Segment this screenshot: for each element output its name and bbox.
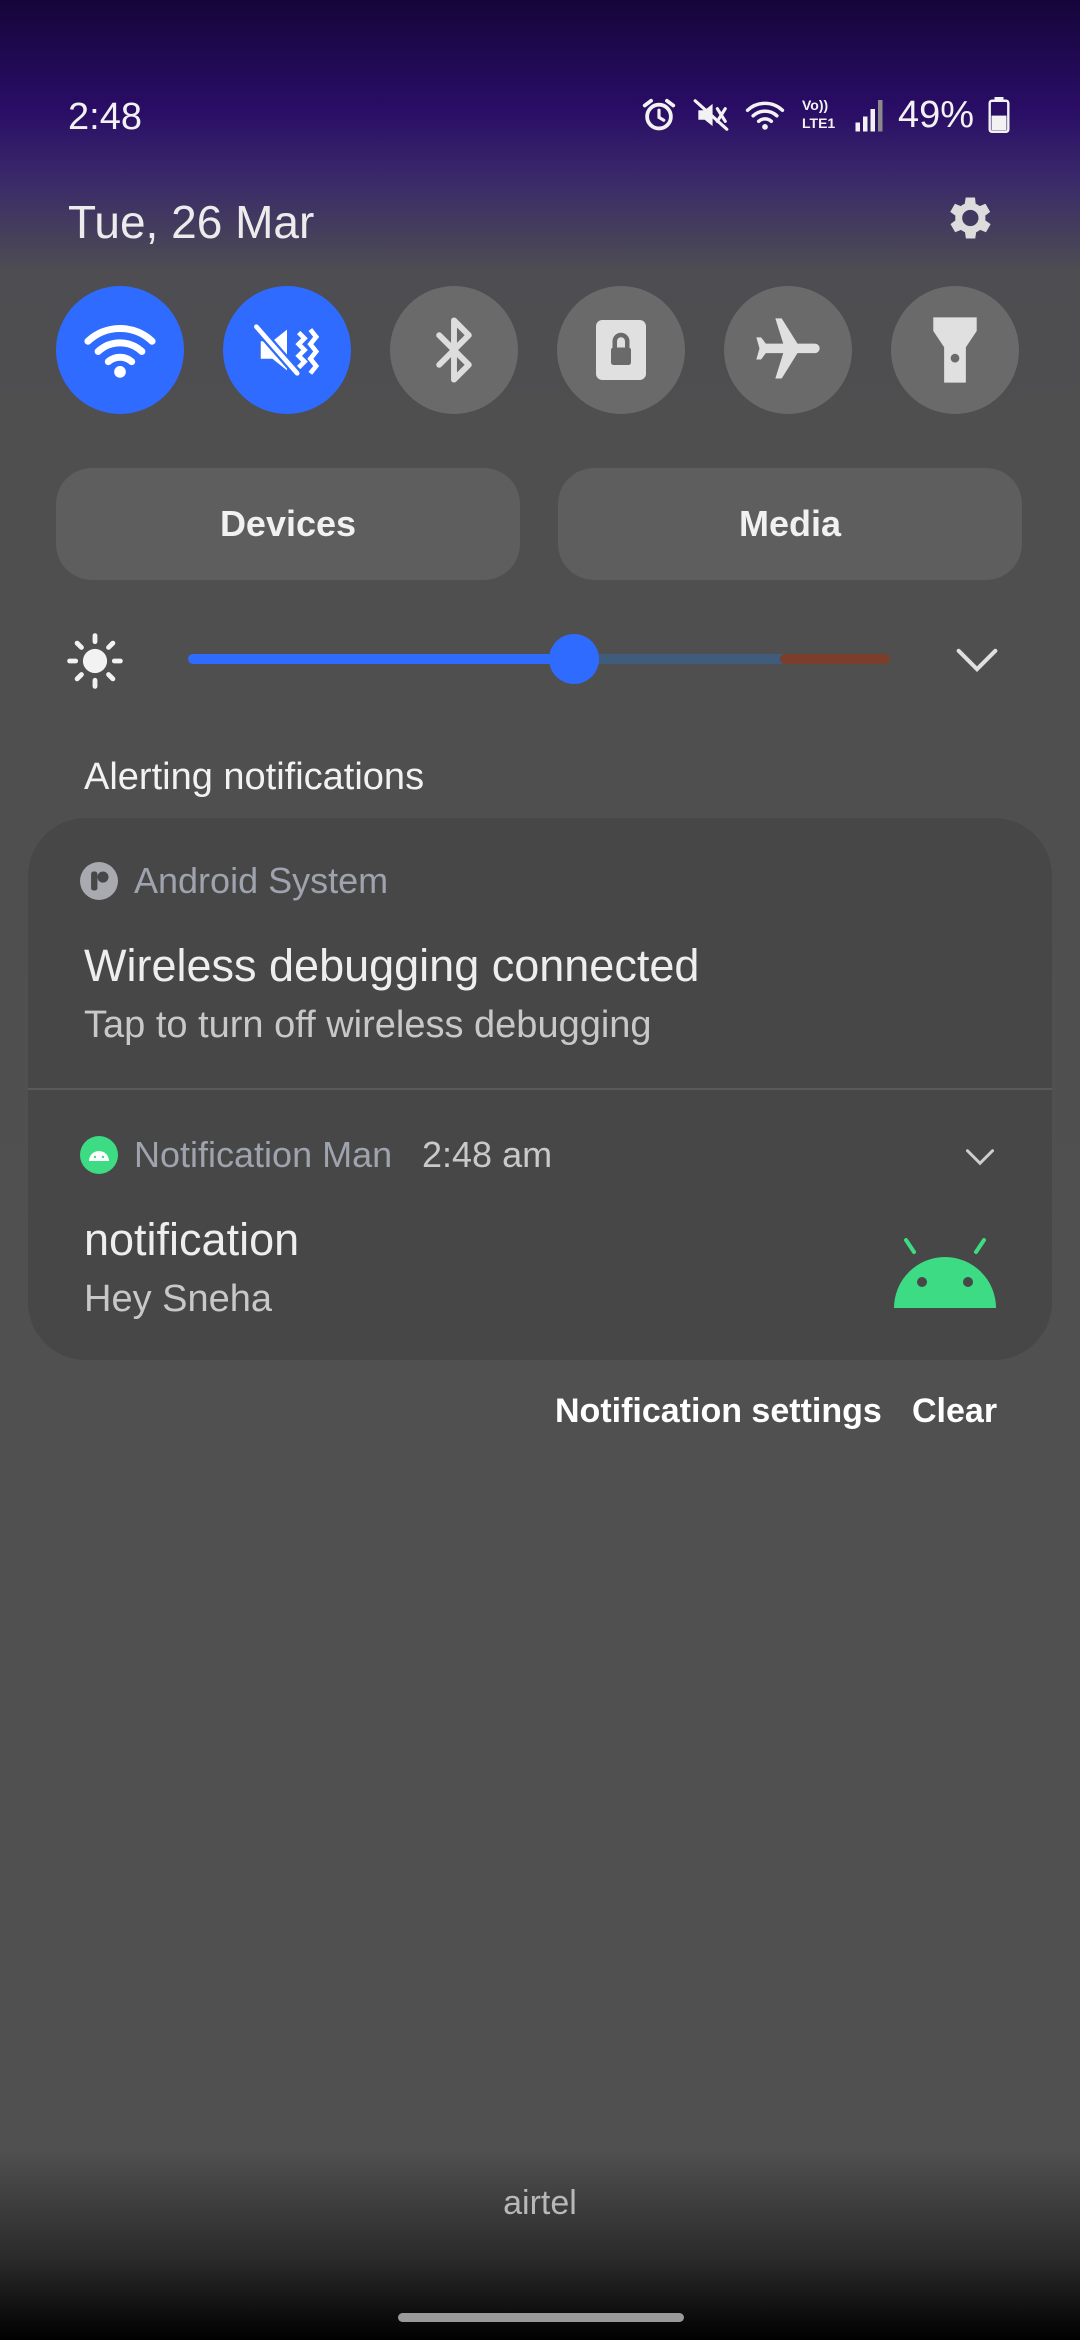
notification-app-name: Notification Man <box>134 1134 393 1175</box>
date: Tue, 26 Mar <box>68 196 315 248</box>
rotation-lock-toggle[interactable] <box>557 286 685 414</box>
status-time: 2:48 <box>68 96 142 138</box>
notification-title[interactable]: notification <box>84 1214 299 1266</box>
airplane-icon <box>756 318 820 379</box>
notification-body[interactable]: Tap to turn off wireless debugging <box>84 1004 652 1047</box>
gear-icon[interactable] <box>940 190 996 246</box>
mute-icon <box>693 99 729 131</box>
status-icons: Vo)) LTE1 49% <box>640 92 1010 138</box>
bluetooth-icon <box>436 317 472 383</box>
notification-app-name: Android System <box>134 860 389 901</box>
chevron-down-icon[interactable] <box>965 1148 995 1166</box>
devices-button[interactable]: Devices <box>56 468 520 580</box>
battery-percent: 49% <box>897 93 974 136</box>
flashlight-toggle[interactable] <box>891 286 1019 414</box>
brightness-thumb[interactable] <box>549 634 600 684</box>
svg-text:LTE1: LTE1 <box>802 115 835 131</box>
svg-text:Vo)): Vo)) <box>802 97 828 113</box>
brightness-fill <box>188 654 575 664</box>
android-system-icon <box>80 862 118 900</box>
notification-time: 2:48 am <box>422 1134 553 1175</box>
section-title: Alerting notifications <box>84 756 425 798</box>
sun-icon <box>67 633 123 689</box>
notification-body[interactable]: Hey Sneha <box>84 1278 272 1321</box>
carrier-label: airtel <box>503 2184 577 2222</box>
notification-title[interactable]: Wireless debugging connected <box>84 940 699 992</box>
brightness-high-zone <box>780 654 890 664</box>
battery-icon <box>988 97 1010 133</box>
airplane-toggle[interactable] <box>724 286 852 414</box>
clear-button[interactable]: Clear <box>912 1392 997 1431</box>
wifi-toggle[interactable] <box>56 286 184 414</box>
notification-settings-button[interactable]: Notification settings <box>555 1392 882 1431</box>
lock-icon <box>596 320 646 380</box>
media-button[interactable]: Media <box>558 468 1022 580</box>
wifi-icon <box>84 325 156 378</box>
signal-icon <box>855 100 883 132</box>
divider <box>28 1088 1052 1090</box>
mute-vibrate-icon <box>252 323 320 377</box>
home-indicator[interactable] <box>398 2313 684 2322</box>
volte-lte-icon: Vo)) LTE1 <box>802 97 835 131</box>
android-robot-icon <box>894 1238 996 1308</box>
bluetooth-toggle[interactable] <box>390 286 518 414</box>
notification-man-icon <box>80 1136 118 1174</box>
sound-toggle[interactable] <box>223 286 351 414</box>
chevron-down-icon[interactable] <box>955 646 999 674</box>
flashlight-icon <box>933 317 977 383</box>
alarm-icon <box>642 98 676 131</box>
wifi-icon <box>745 101 785 130</box>
